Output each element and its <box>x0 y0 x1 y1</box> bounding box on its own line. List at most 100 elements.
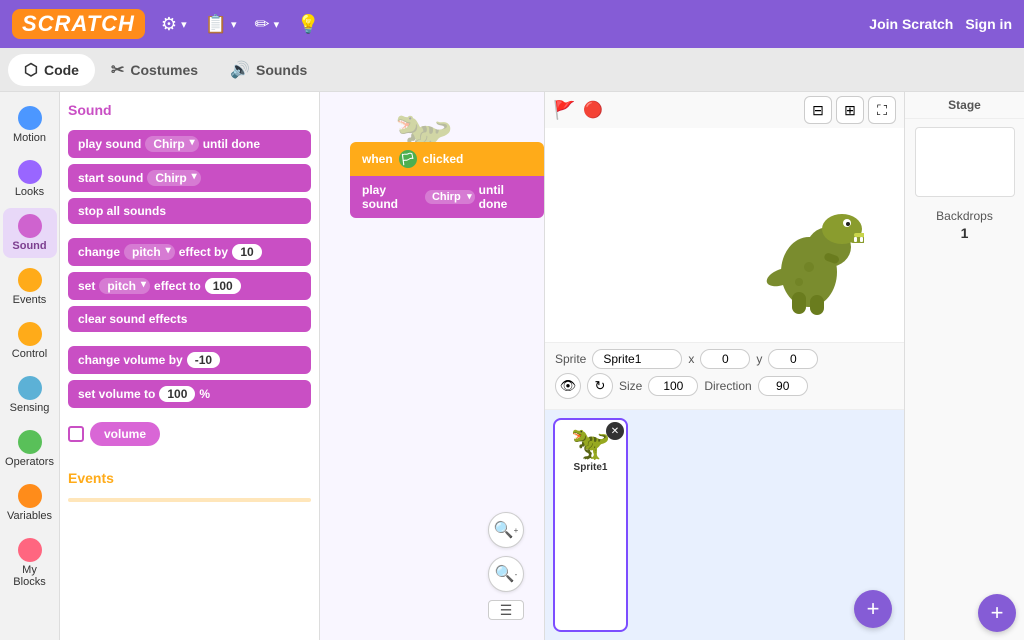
sidebar-item-events[interactable]: Events <box>3 262 57 312</box>
sprite-thumb-image: 🦖 <box>571 424 611 462</box>
play-sound-script-block[interactable]: play sound Chirp until done <box>350 176 544 218</box>
tab-code[interactable]: ⬡ Code <box>8 54 95 86</box>
delete-sprite-button[interactable]: ✕ <box>606 422 624 440</box>
sidebar-item-myblocks[interactable]: My Blocks <box>3 532 57 594</box>
scratch-logo[interactable]: SCRATCH <box>12 9 145 39</box>
chirp-dropdown-script[interactable]: Chirp <box>425 190 475 204</box>
sidebar-item-sound[interactable]: Sound <box>3 208 57 258</box>
events-dot <box>18 268 42 292</box>
green-flag-button[interactable]: 🚩 <box>553 100 575 121</box>
block-set-volume[interactable]: set volume to 100 % <box>68 380 311 408</box>
block-change-effect[interactable]: change pitch effect by 10 <box>68 238 311 266</box>
script-stack: when 🏳 clicked play sound Chirp until do… <box>350 142 544 218</box>
sidebar-item-operators[interactable]: Operators <box>3 424 57 474</box>
sidebar-label-operators: Operators <box>5 456 54 468</box>
play-sound-script-label: play sound <box>362 183 421 211</box>
stage-canvas <box>545 128 904 342</box>
events-section-title: Events <box>68 468 311 488</box>
stage-area: 🚩 🔴 ⊟ ⊞ ⛶ <box>544 92 904 640</box>
tab-costumes[interactable]: ✂ Costumes <box>95 54 214 86</box>
code-tab-icon: ⬡ <box>24 60 38 80</box>
x-label: x <box>688 352 694 366</box>
block-volume-row: volume <box>68 422 311 446</box>
costumes-tab-icon: ✂ <box>111 60 124 80</box>
settings-icon[interactable]: ⚙ ▾ <box>161 14 187 35</box>
show-sprite-button[interactable]: 👁 <box>555 373 581 399</box>
block-set-volume-label: set volume to <box>78 387 155 401</box>
join-scratch-button[interactable]: Join Scratch <box>869 16 953 32</box>
block-change-volume[interactable]: change volume by -10 <box>68 346 311 374</box>
sprite-label: Sprite <box>555 352 586 366</box>
control-dot <box>18 322 42 346</box>
block-effect-value[interactable]: 10 <box>232 244 262 260</box>
block-volume-change-value[interactable]: -10 <box>187 352 220 368</box>
size-value[interactable]: 100 <box>648 376 698 396</box>
sidebar-item-motion[interactable]: Motion <box>3 100 57 150</box>
sign-in-button[interactable]: Sign in <box>965 16 1012 32</box>
sprite-dinosaur <box>754 187 864 322</box>
green-flag-icon: 🏳 <box>399 150 417 168</box>
header-right: Join Scratch Sign in <box>869 16 1012 32</box>
layout-small-button[interactable]: ⊟ <box>804 96 832 124</box>
sidebar-item-control[interactable]: Control <box>3 316 57 366</box>
stage-mini-preview[interactable] <box>915 127 1015 197</box>
dino-svg <box>754 187 864 317</box>
tab-sounds[interactable]: 🔊 Sounds <box>214 54 323 86</box>
block-chirp-dropdown-2[interactable]: Chirp <box>147 170 200 186</box>
header-left: SCRATCH ⚙ ▾ 📋 ▾ ✏ ▾ 💡 <box>12 9 320 39</box>
block-start-sound-label: start sound <box>78 171 143 185</box>
zoom-out-button[interactable]: 🔍- <box>488 556 524 592</box>
sound-dot <box>18 214 42 238</box>
script-controls: 🔍+ 🔍- ☰ <box>488 512 524 620</box>
block-set-effect[interactable]: set pitch effect to 100 <box>68 272 311 300</box>
block-clear-effects[interactable]: clear sound effects <box>68 306 311 332</box>
edit-icon[interactable]: ✏ ▾ <box>255 14 280 35</box>
category-sidebar: Motion Looks Sound Events Control Sensin… <box>0 92 60 640</box>
sprite-name-row: Sprite x 0 y 0 <box>555 349 894 369</box>
sidebar-item-looks[interactable]: Looks <box>3 154 57 204</box>
tab-costumes-label: Costumes <box>130 62 198 78</box>
size-label: Size <box>619 379 642 393</box>
sounds-tab-icon: 🔊 <box>230 60 250 80</box>
sidebar-item-variables[interactable]: Variables <box>3 478 57 528</box>
block-chirp-dropdown-1[interactable]: Chirp <box>145 136 198 152</box>
looks-dot <box>18 160 42 184</box>
block-stop-sounds-label: stop all sounds <box>78 204 166 218</box>
volume-checkbox[interactable] <box>68 426 84 442</box>
stop-button[interactable]: 🔴 <box>583 100 603 120</box>
fit-button[interactable]: ☰ <box>488 600 524 620</box>
sprite-thumb-sprite1[interactable]: ✕ 🦖 Sprite1 <box>553 418 628 632</box>
y-value[interactable]: 0 <box>768 349 818 369</box>
palette-title: Sound <box>68 100 311 120</box>
block-volume-value[interactable]: 100 <box>159 386 195 402</box>
zoom-in-button[interactable]: 🔍+ <box>488 512 524 548</box>
direction-value[interactable]: 90 <box>758 376 808 396</box>
layout-medium-button[interactable]: ⊞ <box>836 96 864 124</box>
x-value[interactable]: 0 <box>700 349 750 369</box>
rotate-sprite-button[interactable]: ↻ <box>587 373 613 399</box>
sidebar-item-sensing[interactable]: Sensing <box>3 370 57 420</box>
sidebar-label-motion: Motion <box>13 132 46 144</box>
block-play-sound-label: play sound <box>78 137 141 151</box>
sidebar-label-variables: Variables <box>7 510 52 522</box>
app-header: SCRATCH ⚙ ▾ 📋 ▾ ✏ ▾ 💡 Join Scratch Sign … <box>0 0 1024 48</box>
block-pitch-dropdown-1[interactable]: pitch <box>124 244 175 260</box>
layout-fullscreen-button[interactable]: ⛶ <box>868 96 896 124</box>
block-volume-reporter[interactable]: volume <box>90 422 160 446</box>
block-stop-all-sounds[interactable]: stop all sounds <box>68 198 311 224</box>
tutorials-icon[interactable]: 📋 ▾ <box>205 14 237 35</box>
block-effect-to-value[interactable]: 100 <box>205 278 241 294</box>
add-sprite-button[interactable]: + <box>854 590 892 628</box>
add-backdrop-button[interactable]: + <box>978 594 1016 632</box>
when-clicked-block[interactable]: when 🏳 clicked <box>350 142 544 176</box>
block-effect-by-label: effect by <box>179 245 228 259</box>
block-play-sound-until[interactable]: play sound Chirp until done <box>68 130 311 158</box>
sidebar-label-myblocks: My Blocks <box>7 564 53 588</box>
script-area[interactable]: 🦖 when 🏳 clicked play sound Chirp until … <box>320 92 544 640</box>
sprite-name-input[interactable] <box>592 349 682 369</box>
block-start-sound[interactable]: start sound Chirp <box>68 164 311 192</box>
lamp-icon[interactable]: 💡 <box>297 14 319 35</box>
stage-top-controls: 🚩 🔴 ⊟ ⊞ ⛶ <box>545 92 904 128</box>
block-pitch-dropdown-2[interactable]: pitch <box>99 278 150 294</box>
sidebar-label-events: Events <box>13 294 47 306</box>
